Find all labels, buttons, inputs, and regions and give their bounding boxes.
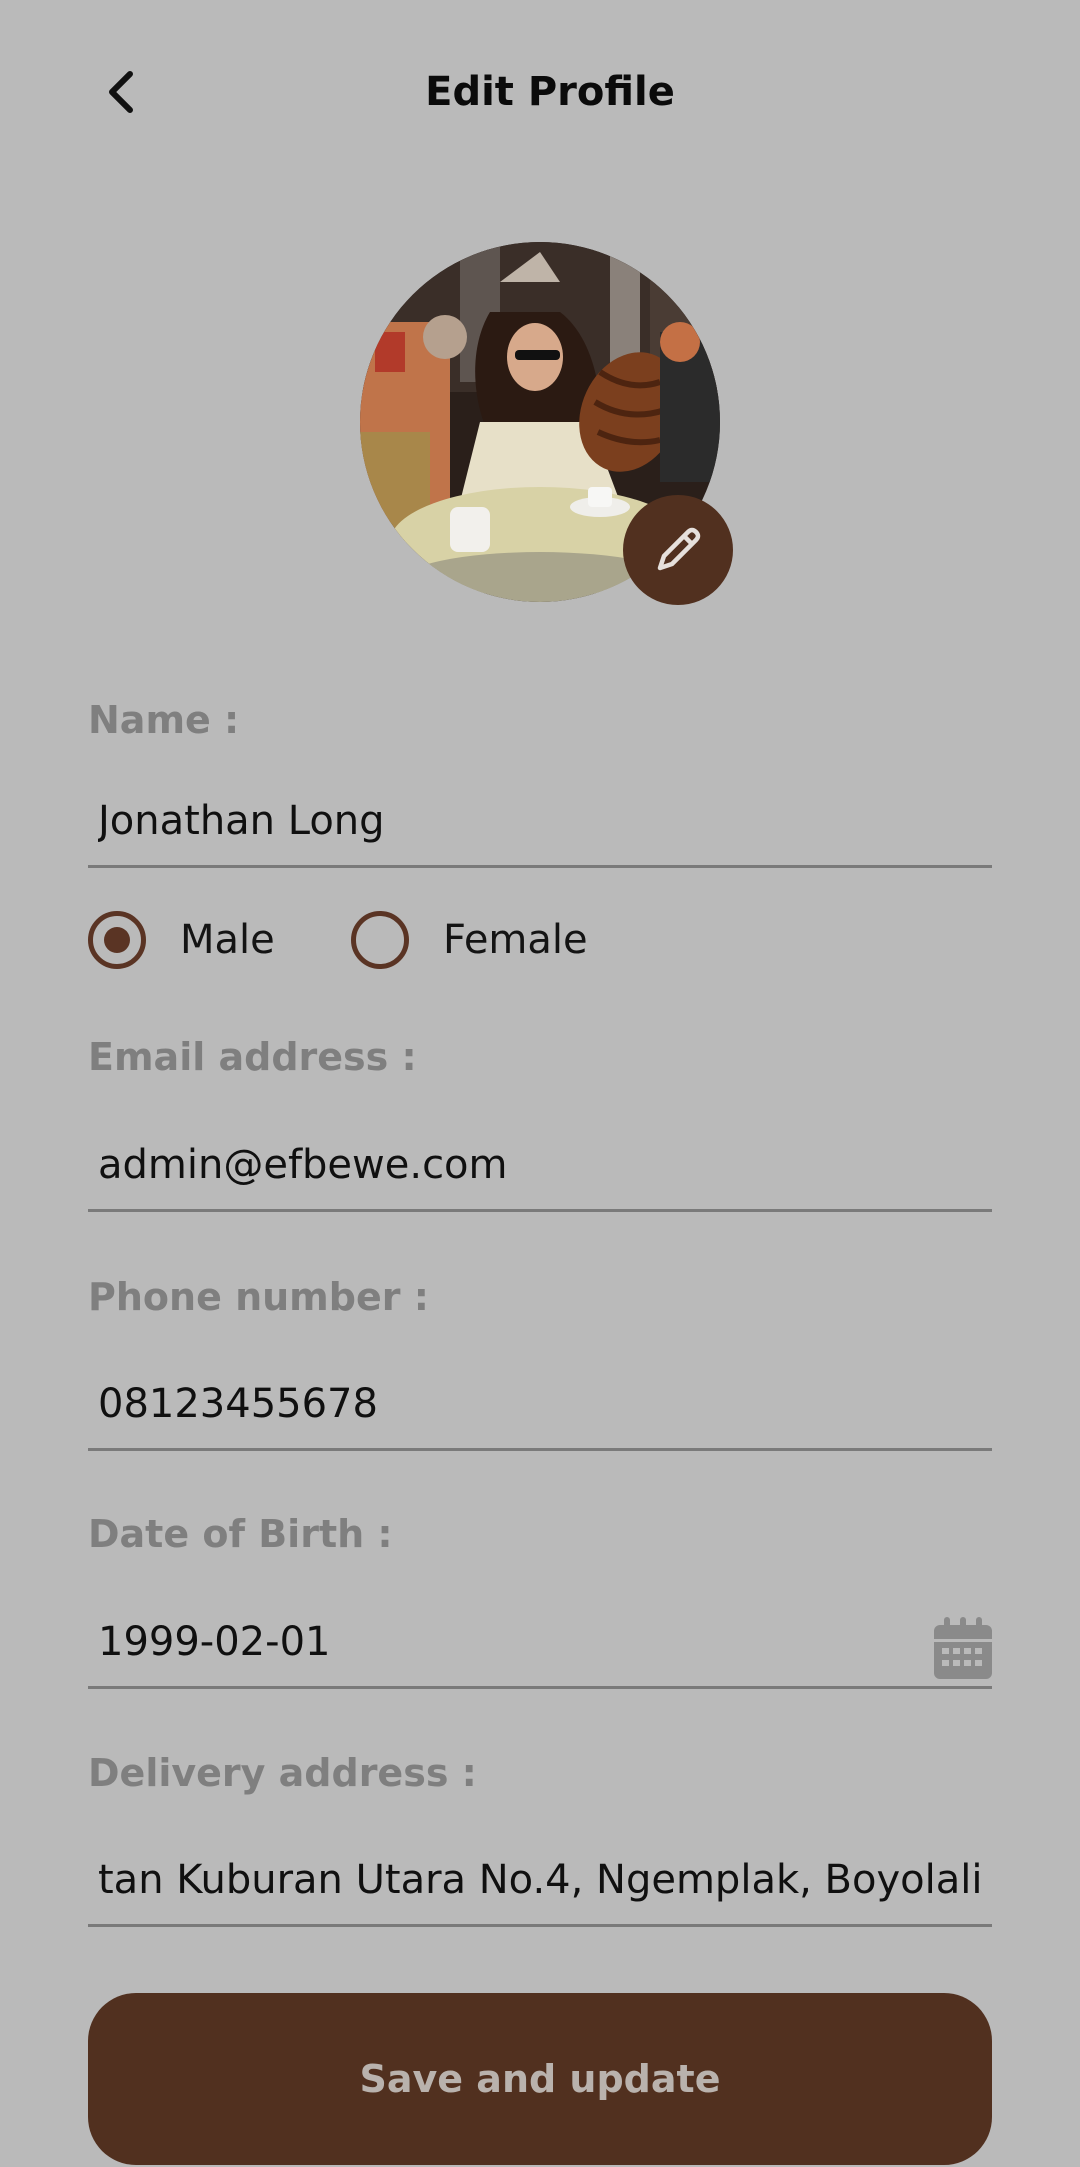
gender-female-radio[interactable]: Female — [351, 905, 588, 975]
calendar-icon — [934, 1617, 992, 1679]
phone-field[interactable] — [88, 1361, 992, 1451]
page-title: Edit Profile — [425, 69, 675, 115]
name-field[interactable] — [88, 778, 992, 868]
email-input[interactable] — [98, 1122, 978, 1208]
name-input[interactable] — [98, 778, 978, 864]
profile-avatar-section — [360, 242, 733, 605]
gender-female-label: Female — [443, 917, 588, 963]
address-input[interactable] — [98, 1837, 988, 1923]
radio-unselected-icon — [351, 911, 409, 969]
dob-field[interactable] — [88, 1599, 992, 1689]
name-label: Name : — [88, 698, 240, 742]
email-label: Email address : — [88, 1035, 417, 1079]
pencil-icon — [657, 527, 701, 571]
phone-input[interactable] — [98, 1361, 978, 1447]
radio-selected-icon — [88, 911, 146, 969]
gender-male-label: Male — [180, 917, 275, 963]
gender-radio-group: Male Female — [88, 905, 992, 975]
date-picker-button[interactable] — [934, 1617, 992, 1679]
email-field[interactable] — [88, 1122, 992, 1212]
address-label: Delivery address : — [88, 1751, 477, 1795]
save-and-update-button[interactable]: Save and update — [88, 1993, 992, 2165]
dob-input[interactable] — [98, 1599, 898, 1685]
phone-label: Phone number : — [88, 1275, 429, 1319]
edit-avatar-button[interactable] — [623, 495, 733, 605]
dob-label: Date of Birth : — [88, 1512, 393, 1556]
gender-male-radio[interactable]: Male — [88, 905, 275, 975]
address-field[interactable] — [88, 1837, 992, 1927]
app-header: Edit Profile — [0, 0, 1080, 185]
